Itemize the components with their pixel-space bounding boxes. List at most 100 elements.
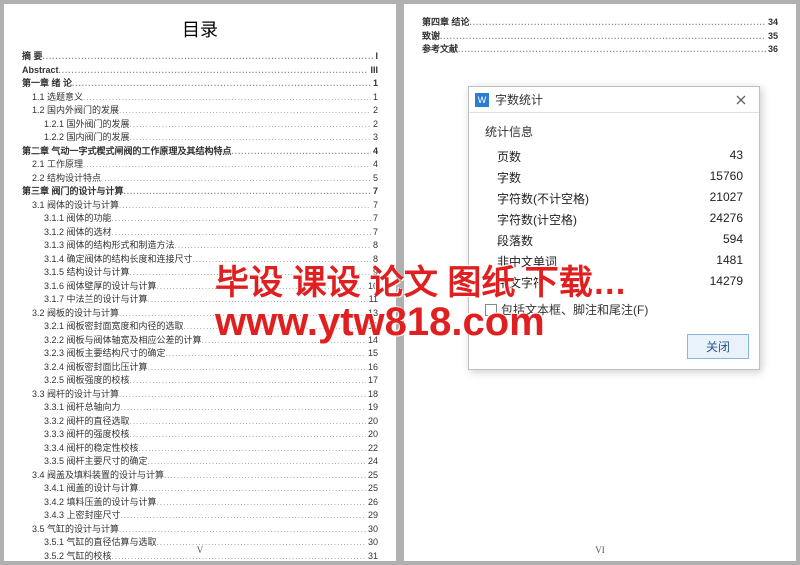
- toc-entry: 3.2.4 阀板密封面比压计算.........................…: [22, 361, 378, 375]
- toc-entry: 3.1.6 阀体壁厚的设计与计算........................…: [22, 280, 378, 294]
- toc-label: 3.1.3 阀体的结构形式和制造方法: [44, 239, 175, 253]
- toc-entry: 1.1 选题意义................................…: [22, 91, 378, 105]
- toc-page: 15: [366, 347, 378, 361]
- toc-label: 3.1.7 中法兰的设计与计算: [44, 293, 148, 307]
- toc-leader: ........................................…: [43, 51, 374, 63]
- toc-page: 13: [366, 307, 378, 321]
- toc-page: 11: [367, 293, 378, 307]
- stat-row: 字符数(计空格)24276: [485, 209, 743, 230]
- toc-label: 致谢: [422, 30, 440, 44]
- toc-entry: 3.2.2 阀板与阀体轴宽及相应公差的计算...................…: [22, 334, 378, 348]
- toc-entry: 3.3.2 阀杆的直径选取...........................…: [22, 415, 378, 429]
- toc-page: 30: [366, 523, 378, 537]
- toc-label: 3.2.1 阀板密封面宽度和内径的选取: [44, 320, 184, 334]
- toc-leader: ........................................…: [121, 402, 366, 414]
- toc-entry: 3.3.4 阀杆的稳定性校核..........................…: [22, 442, 378, 456]
- toc-page: 20: [366, 428, 378, 442]
- toc-entry: 3.3.1 阀杆总轴向力............................…: [22, 401, 378, 415]
- toc-page: 3: [371, 131, 378, 145]
- toc-page: 35: [766, 30, 778, 44]
- toc-leader: ........................................…: [139, 483, 366, 495]
- page-footer-left: V: [197, 545, 204, 555]
- toc-page: 10: [366, 280, 378, 294]
- toc-label: 3.4.1 阀盖的设计与计算: [44, 482, 139, 496]
- toc-entry: 3.1.5 结构设计与计算...........................…: [22, 266, 378, 280]
- toc-leader: ........................................…: [157, 281, 366, 293]
- toc-label: 3.4 阀盖及填料装置的设计与计算: [32, 469, 164, 483]
- toc-entry: 1.2.1 国外阀门的发展...........................…: [22, 118, 378, 132]
- toc-entry: 2.2 结构设计特点..............................…: [22, 172, 378, 186]
- toc-label: 参考文献: [422, 43, 458, 57]
- toc-entry: 3.2.3 阀板主要结构尺寸的确定.......................…: [22, 347, 378, 361]
- toc-label: 第三章 阀门的设计与计算: [22, 185, 124, 199]
- toc-leader: ........................................…: [83, 92, 371, 104]
- toc-leader: ........................................…: [72, 78, 371, 90]
- toc-label: 3.3.5 阀杆主要尺寸的确定: [44, 455, 148, 469]
- toc-label: 摘 要: [22, 50, 43, 64]
- toc-page: 7: [371, 212, 378, 226]
- toc-entry: 3.4.2 填料压盖的设计与计算........................…: [22, 496, 378, 510]
- toc-label: 3.5.1 气缸的直径估算与选取: [44, 536, 157, 550]
- toc-leader: ........................................…: [130, 119, 371, 131]
- toc-entry: Abstract................................…: [22, 64, 378, 78]
- toc-leader: ........................................…: [175, 240, 371, 252]
- toc-page: 22: [366, 442, 378, 456]
- toc-entry: 第四章 结论..................................…: [422, 16, 778, 30]
- toc-leader: ........................................…: [148, 362, 366, 374]
- toc-leader: ........................................…: [130, 132, 371, 144]
- toc-label: 3.1.5 结构设计与计算: [44, 266, 130, 280]
- toc-leader: ........................................…: [232, 146, 371, 158]
- dialog-header[interactable]: W 字数统计: [469, 87, 759, 113]
- stat-value: 594: [723, 232, 743, 249]
- toc-page: 1: [371, 91, 378, 105]
- toc-entry: 3.2.1 阀板密封面宽度和内径的选取.....................…: [22, 320, 378, 334]
- stats-section-label: 统计信息: [485, 123, 743, 140]
- close-button[interactable]: 关闭: [687, 334, 749, 359]
- toc-title: 目录: [22, 16, 378, 42]
- toc-entry: 3.1.2 阀体的选材.............................…: [22, 226, 378, 240]
- close-icon[interactable]: [729, 90, 753, 110]
- checkbox-icon[interactable]: [485, 304, 497, 316]
- toc-entry: 3.2.5 阀板强度的校核...........................…: [22, 374, 378, 388]
- toc-entry: 1.2.2 国内阀门的发展...........................…: [22, 131, 378, 145]
- toc-page: 31: [366, 550, 378, 562]
- stat-key: 字符数(计空格): [497, 211, 577, 228]
- stat-value: 43: [730, 148, 743, 165]
- toc-label: 1.2.1 国外阀门的发展: [44, 118, 130, 132]
- toc-page: 4: [371, 145, 378, 159]
- toc-leader: ........................................…: [470, 17, 766, 29]
- toc-label: 3.5 气缸的设计与计算: [32, 523, 119, 537]
- toc-page: 25: [366, 482, 378, 496]
- toc-label: 3.3 阀杆的设计与计算: [32, 388, 119, 402]
- toc-leader: ........................................…: [130, 429, 366, 441]
- toc-label: 3.2.4 阀板密封面比压计算: [44, 361, 148, 375]
- stats-list: 页数43字数15760字符数(不计空格)21027字符数(计空格)24276段落…: [485, 146, 743, 293]
- toc-leader: ........................................…: [119, 524, 366, 536]
- toc-page: 34: [766, 16, 778, 30]
- toc-leader: ........................................…: [184, 321, 366, 333]
- toc-label: 1.1 选题意义: [32, 91, 83, 105]
- toc-page: 17: [366, 374, 378, 388]
- toc-page: 30: [366, 536, 378, 550]
- toc-leader: ........................................…: [121, 510, 366, 522]
- toc-page: 36: [766, 43, 778, 57]
- toc-leader: ........................................…: [202, 335, 366, 347]
- toc-leader: ........................................…: [83, 159, 371, 171]
- stat-key: 页数: [497, 148, 521, 165]
- stat-key: 字符数(不计空格): [497, 190, 589, 207]
- toc-entry: 第二章 气动一字式楔式闸阀的工作原理及其结构特点................…: [22, 145, 378, 159]
- toc-leader: ........................................…: [440, 31, 766, 43]
- toc-label: 3.1 阀体的设计与计算: [32, 199, 119, 213]
- toc-leader: ........................................…: [193, 254, 371, 266]
- include-notes-checkbox-row[interactable]: 包括文本框、脚注和尾注(F): [485, 293, 743, 322]
- toc-page: 2: [371, 118, 378, 132]
- toc-leader: ........................................…: [112, 551, 366, 562]
- toc-label: 第一章 绪 论: [22, 77, 72, 91]
- toc-page: 19: [366, 401, 378, 415]
- toc-page: 14: [366, 334, 378, 348]
- toc-entry: 参考文献....................................…: [422, 43, 778, 57]
- toc-page: 24: [366, 455, 378, 469]
- toc-leader: ........................................…: [119, 105, 371, 117]
- toc-label: 3.3.2 阀杆的直径选取: [44, 415, 130, 429]
- page-footer-right: VI: [595, 545, 605, 555]
